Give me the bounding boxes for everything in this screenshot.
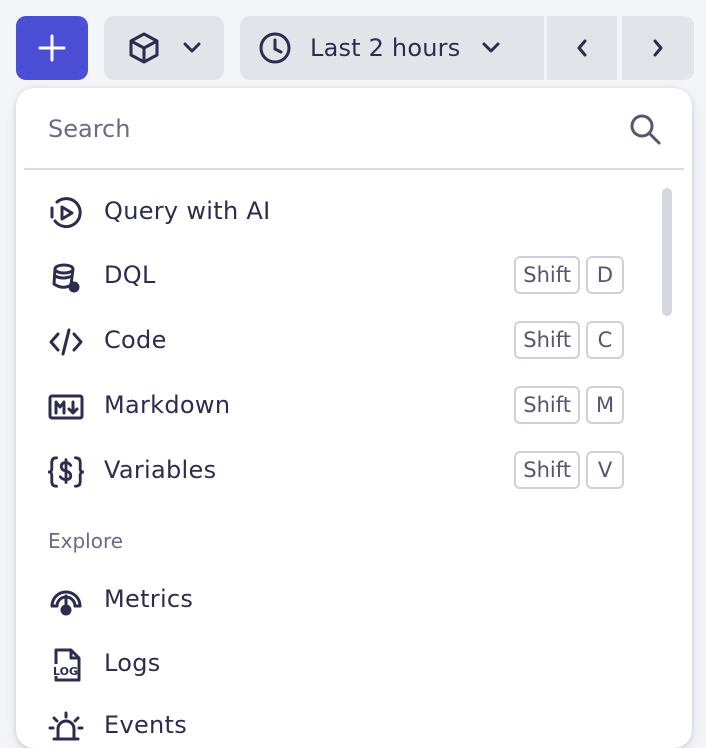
menu-item-label: Metrics [104,585,194,613]
code-icon [48,324,84,360]
section-title-explore: Explore [48,529,124,553]
markdown-icon [48,389,84,425]
menu-item-label: Query with AI [104,197,271,225]
menu-item-query-with-ai[interactable]: Query with AI [16,183,656,239]
menu-item-label: Code [104,326,167,354]
menu-scrollbar[interactable] [662,188,672,316]
shortcut-key: D [586,256,624,294]
timeframe-label: Last 2 hours [310,34,461,62]
chevron-down-icon [183,42,201,53]
keyboard-shortcut: Shift C [514,321,624,359]
menu-item-metrics[interactable]: Metrics [16,571,656,627]
menu-item-variables[interactable]: Variables Shift V [16,442,656,498]
menu-item-events[interactable]: Events [16,697,656,748]
menu-item-markdown[interactable]: Markdown Shift M [16,377,656,433]
shortcut-key: M [586,386,624,424]
segment-selector-button[interactable] [104,16,224,80]
timeframe-selector-button[interactable]: Last 2 hours [240,16,544,80]
chevron-left-icon [577,39,587,57]
menu-item-label: Events [104,711,188,739]
search-input[interactable] [48,110,608,148]
chevron-right-icon [653,39,663,57]
menu-item-label: DQL [104,261,156,289]
shortcut-key: Shift [514,256,580,294]
ai-play-icon [48,195,84,231]
shortcut-key: V [586,451,624,489]
menu-item-logs[interactable]: LOG Logs [16,635,656,691]
keyboard-shortcut: Shift M [514,386,624,424]
search-icon[interactable] [628,112,662,146]
chevron-down-icon [482,42,500,53]
shortcut-key: Shift [514,451,580,489]
menu-item-dql[interactable]: DQL Shift D [16,247,656,303]
keyboard-shortcut: Shift V [514,451,624,489]
menu-search [24,88,684,170]
toolbar: Last 2 hours [0,16,706,80]
cube-icon [129,32,159,64]
menu-item-code[interactable]: Code Shift C [16,312,656,368]
svg-text:LOG: LOG [53,665,78,678]
previous-timeframe-button[interactable] [547,16,617,80]
dql-icon [48,259,84,295]
shortcut-key: Shift [514,321,580,359]
gauge-icon [48,583,84,619]
variables-icon [48,454,84,490]
add-section-menu: Query with AI DQL Shift D Code [16,88,692,748]
plus-icon [38,34,66,62]
shortcut-key: Shift [514,386,580,424]
clock-icon [259,32,291,64]
log-file-icon: LOG [48,647,84,683]
add-button[interactable] [16,16,88,80]
keyboard-shortcut: Shift D [514,256,624,294]
shortcut-key: C [586,321,624,359]
alarm-icon [48,709,84,745]
next-timeframe-button[interactable] [622,16,694,80]
menu-item-label: Markdown [104,391,231,419]
menu-item-label: Variables [104,456,217,484]
menu-item-label: Logs [104,649,161,677]
